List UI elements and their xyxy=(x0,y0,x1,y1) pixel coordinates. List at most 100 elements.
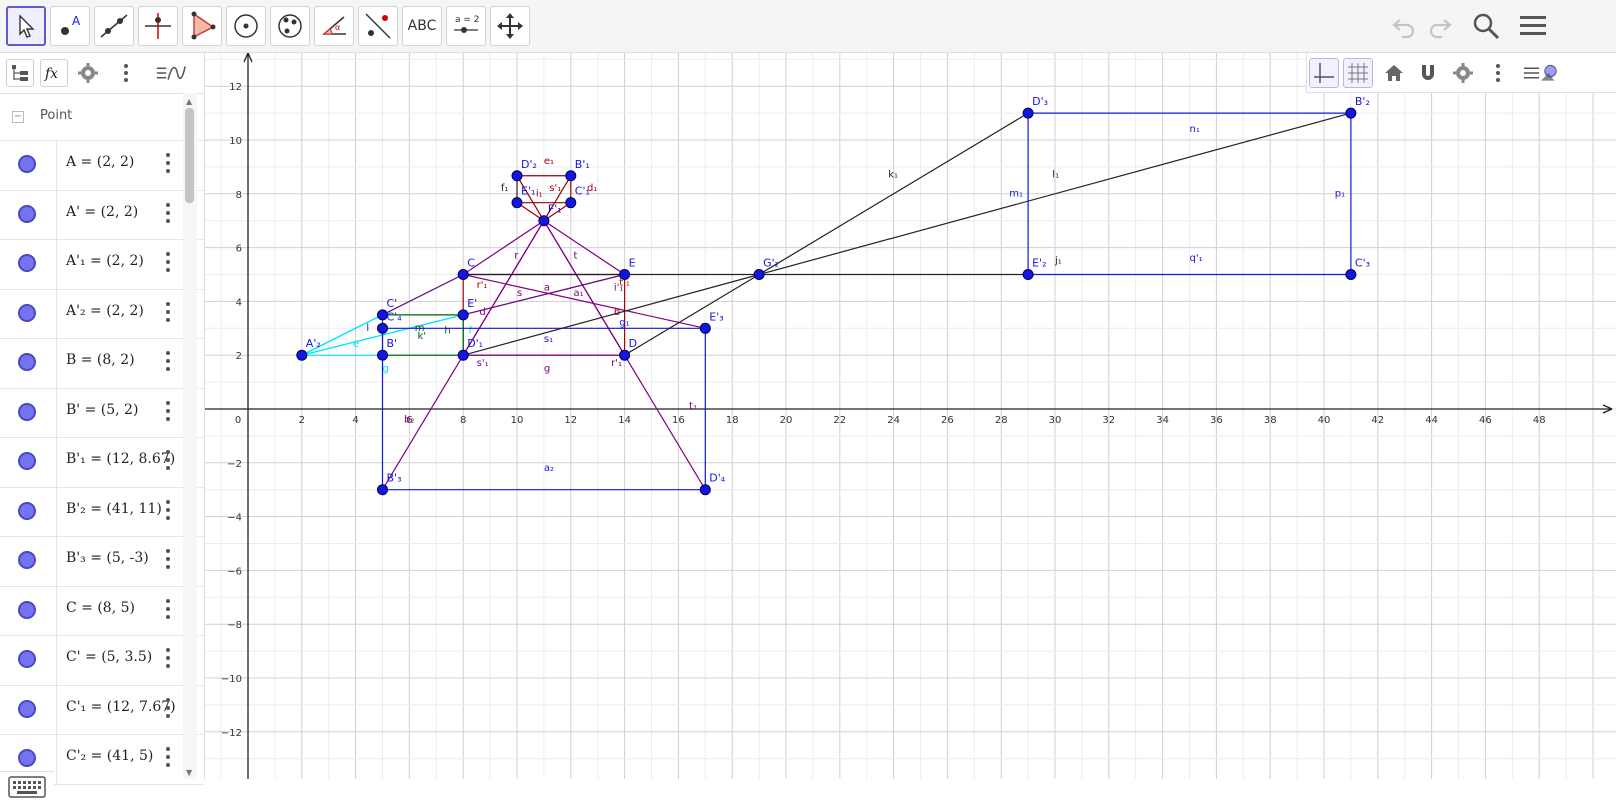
row-more-icon[interactable] xyxy=(164,448,172,474)
main-menu-button[interactable] xyxy=(1515,8,1551,44)
scroll-thumb[interactable] xyxy=(185,108,194,203)
point[interactable] xyxy=(1345,269,1357,280)
collapse-icon[interactable]: − xyxy=(12,111,24,123)
algebra-graphics-toggle-button[interactable] xyxy=(154,59,188,87)
point[interactable] xyxy=(619,349,631,361)
row-more-icon[interactable] xyxy=(164,696,172,722)
undo-button[interactable] xyxy=(1386,8,1422,44)
graphics-more-button[interactable] xyxy=(1483,58,1513,88)
visibility-toggle[interactable] xyxy=(0,388,57,437)
algebra-settings-button[interactable] xyxy=(74,59,102,87)
redo-button[interactable] xyxy=(1422,8,1458,44)
algebra-row[interactable]: A'₂ = (2, 2) xyxy=(0,289,204,339)
search-button[interactable] xyxy=(1468,8,1504,44)
visibility-toggle[interactable] xyxy=(0,141,57,190)
move-tool-button[interactable] xyxy=(6,6,46,46)
visibility-marble-icon[interactable] xyxy=(18,551,36,569)
visibility-marble-icon[interactable] xyxy=(18,303,36,322)
point[interactable] xyxy=(619,269,631,280)
algebra-row[interactable]: C = (8, 5) xyxy=(0,586,204,636)
algebra-scrollbar[interactable]: ▲ ▼ xyxy=(183,93,197,779)
visibility-toggle[interactable] xyxy=(0,190,57,239)
row-more-icon[interactable] xyxy=(164,250,172,276)
row-more-icon[interactable] xyxy=(164,597,172,623)
visibility-toggle[interactable] xyxy=(0,636,57,685)
graphics-view[interactable]: 0 2 4 6 8 10 12 14 16 18 20 22 24 26 28 30 32 34 36 38 40 42 4… xyxy=(205,53,1616,779)
visibility-marble-icon[interactable] xyxy=(18,452,36,470)
algebra-description-button[interactable]: fx xyxy=(40,59,68,87)
point-definition[interactable]: B' = (5, 2) xyxy=(66,402,138,418)
row-more-icon[interactable] xyxy=(164,646,172,672)
point-definition[interactable]: C'₁ = (12, 7.67) xyxy=(66,699,176,715)
visibility-marble-icon[interactable] xyxy=(18,600,36,619)
point-definition[interactable]: B'₃ = (5, -3) xyxy=(66,550,149,566)
row-more-icon[interactable] xyxy=(164,201,172,227)
visibility-toggle[interactable] xyxy=(0,438,57,487)
reflect-tool-button[interactable] xyxy=(358,6,398,46)
row-more-icon[interactable] xyxy=(164,547,172,573)
row-more-icon[interactable] xyxy=(164,349,172,375)
point-definition[interactable]: A'₂ = (2, 2) xyxy=(66,303,144,319)
virtual-keyboard-button[interactable] xyxy=(0,771,54,802)
point-group-header[interactable]: − Point xyxy=(0,94,204,141)
point[interactable] xyxy=(377,322,388,334)
visibility-marble-icon[interactable] xyxy=(18,402,36,421)
scroll-down-icon[interactable]: ▼ xyxy=(186,768,192,777)
point-capturing-button[interactable] xyxy=(1413,58,1443,88)
visibility-marble-icon[interactable] xyxy=(18,204,36,223)
graphics-canvas[interactable]: 0 2 4 6 8 10 12 14 16 18 20 22 24 26 28 30 32 34 36 38 40 42 4… xyxy=(205,53,1616,779)
move-graphics-view-tool-button[interactable] xyxy=(490,6,530,46)
algebra-row[interactable]: B' = (5, 2) xyxy=(0,388,204,438)
visibility-toggle[interactable] xyxy=(0,487,57,536)
visibility-toggle[interactable] xyxy=(0,240,57,289)
circle-tool-button[interactable] xyxy=(226,6,266,46)
standard-view-button[interactable] xyxy=(1379,58,1409,88)
show-axes-button[interactable] xyxy=(1309,58,1339,88)
point-definition[interactable]: A' = (2, 2) xyxy=(66,204,138,220)
point[interactable] xyxy=(699,322,711,334)
point[interactable] xyxy=(538,215,550,227)
algebra-row[interactable]: C'₁ = (12, 7.67) xyxy=(0,685,204,735)
algebra-row[interactable]: C' = (5, 3.5) xyxy=(0,636,204,686)
visibility-marble-icon[interactable] xyxy=(18,501,36,520)
circle-through-points-tool-button[interactable] xyxy=(270,6,310,46)
algebra-more-button[interactable] xyxy=(112,59,140,87)
visibility-marble-icon[interactable] xyxy=(18,699,36,718)
point[interactable] xyxy=(511,170,523,182)
point-definition[interactable]: A'₁ = (2, 2) xyxy=(66,253,144,269)
point[interactable] xyxy=(1022,107,1034,119)
line-tool-button[interactable] xyxy=(94,6,134,46)
point[interactable] xyxy=(753,269,765,280)
point-definition[interactable]: B = (8, 2) xyxy=(66,352,135,368)
point[interactable] xyxy=(511,197,523,209)
point-definition[interactable]: C = (8, 5) xyxy=(66,600,135,616)
algebra-row[interactable]: A' = (2, 2) xyxy=(0,190,204,240)
text-tool-button[interactable]: ABC xyxy=(402,6,442,46)
point-definition[interactable]: B'₁ = (12, 8.67) xyxy=(66,451,175,467)
visibility-marble-icon[interactable] xyxy=(18,650,36,668)
point[interactable] xyxy=(1022,269,1034,280)
point[interactable] xyxy=(565,197,577,209)
scroll-up-icon[interactable]: ▲ xyxy=(186,97,192,106)
point[interactable] xyxy=(457,309,469,321)
algebra-row[interactable]: B'₂ = (41, 11) xyxy=(0,487,204,537)
visibility-toggle[interactable] xyxy=(0,586,57,635)
visibility-marble-icon[interactable] xyxy=(18,254,36,272)
point[interactable] xyxy=(377,349,388,361)
point-definition[interactable]: C'₂ = (41, 5) xyxy=(66,748,153,764)
algebra-row[interactable]: A'₁ = (2, 2) xyxy=(0,240,204,290)
row-more-icon[interactable] xyxy=(164,498,172,524)
row-more-icon[interactable] xyxy=(164,300,172,326)
polygon-tool-button[interactable] xyxy=(182,6,222,46)
style-bar-toggle-button[interactable] xyxy=(1521,58,1561,88)
point[interactable] xyxy=(377,484,388,496)
point[interactable] xyxy=(457,269,469,280)
row-more-icon[interactable] xyxy=(164,151,172,177)
slider-tool-button[interactable]: a = 2 xyxy=(446,6,486,46)
graphics-settings-button[interactable] xyxy=(1448,58,1478,88)
point-definition[interactable]: B'₂ = (41, 11) xyxy=(66,501,162,517)
algebra-row[interactable]: B'₃ = (5, -3) xyxy=(0,537,204,587)
algebra-tree-view-button[interactable] xyxy=(6,59,34,87)
algebra-row[interactable]: A = (2, 2) xyxy=(0,141,204,191)
algebra-row[interactable]: B'₁ = (12, 8.67) xyxy=(0,438,204,488)
